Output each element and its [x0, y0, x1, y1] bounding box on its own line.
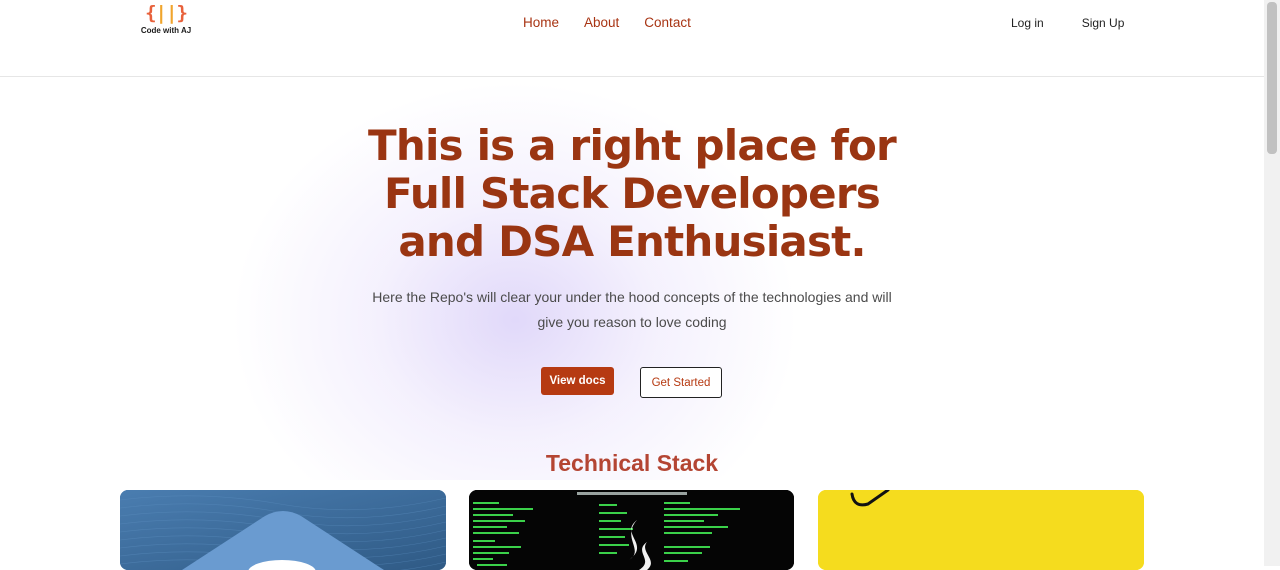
signup-link[interactable]: Sign Up — [1082, 16, 1125, 30]
main-nav: Home About Contact — [523, 15, 691, 30]
nav-about-link[interactable]: About — [584, 15, 619, 30]
logo-brace-left: { — [145, 2, 156, 24]
java-code-icon — [469, 490, 794, 570]
scrollbar-thumb[interactable] — [1267, 2, 1277, 154]
nav-home-link[interactable]: Home — [523, 15, 559, 30]
site-header: {||} Code with AJ Home About Contact Log… — [0, 0, 1264, 77]
tech-card-java-terminal[interactable] — [469, 490, 794, 570]
tech-card-javascript-yellow[interactable] — [818, 490, 1144, 570]
hero-title-line-2: Full Stack Developers — [384, 169, 881, 218]
logo-bars: || — [155, 2, 178, 24]
view-docs-button[interactable]: View docs — [541, 367, 614, 395]
logo-brace-right: } — [176, 2, 187, 24]
site-logo[interactable]: {||} Code with AJ — [136, 2, 196, 35]
page-scrollbar[interactable] — [1264, 0, 1280, 566]
hero-subtitle-line-2: give you reason to love coding — [537, 314, 727, 330]
login-link[interactable]: Log in — [1011, 16, 1044, 30]
nav-contact-link[interactable]: Contact — [644, 15, 691, 30]
logo-text: Code with AJ — [140, 26, 192, 35]
hero-title: This is a right place for Full Stack Dev… — [330, 122, 934, 266]
technical-stack-heading: Technical Stack — [545, 450, 719, 476]
js-yellow-icon — [818, 490, 1144, 570]
hero-title-line-1: This is a right place for — [368, 121, 897, 170]
js-hexagon-icon — [120, 490, 446, 570]
hero-subtitle-line-1: Here the Repo's will clear your under th… — [372, 289, 892, 305]
logo-icon: {||} — [136, 2, 196, 24]
hero-subtitle: Here the Repo's will clear your under th… — [350, 285, 914, 335]
get-started-button[interactable]: Get Started — [640, 367, 722, 398]
auth-links: Log in Sign Up — [1011, 16, 1124, 30]
tech-card-javascript-blue[interactable] — [120, 490, 446, 570]
hero-title-line-3: and DSA Enthusiast. — [398, 217, 866, 266]
